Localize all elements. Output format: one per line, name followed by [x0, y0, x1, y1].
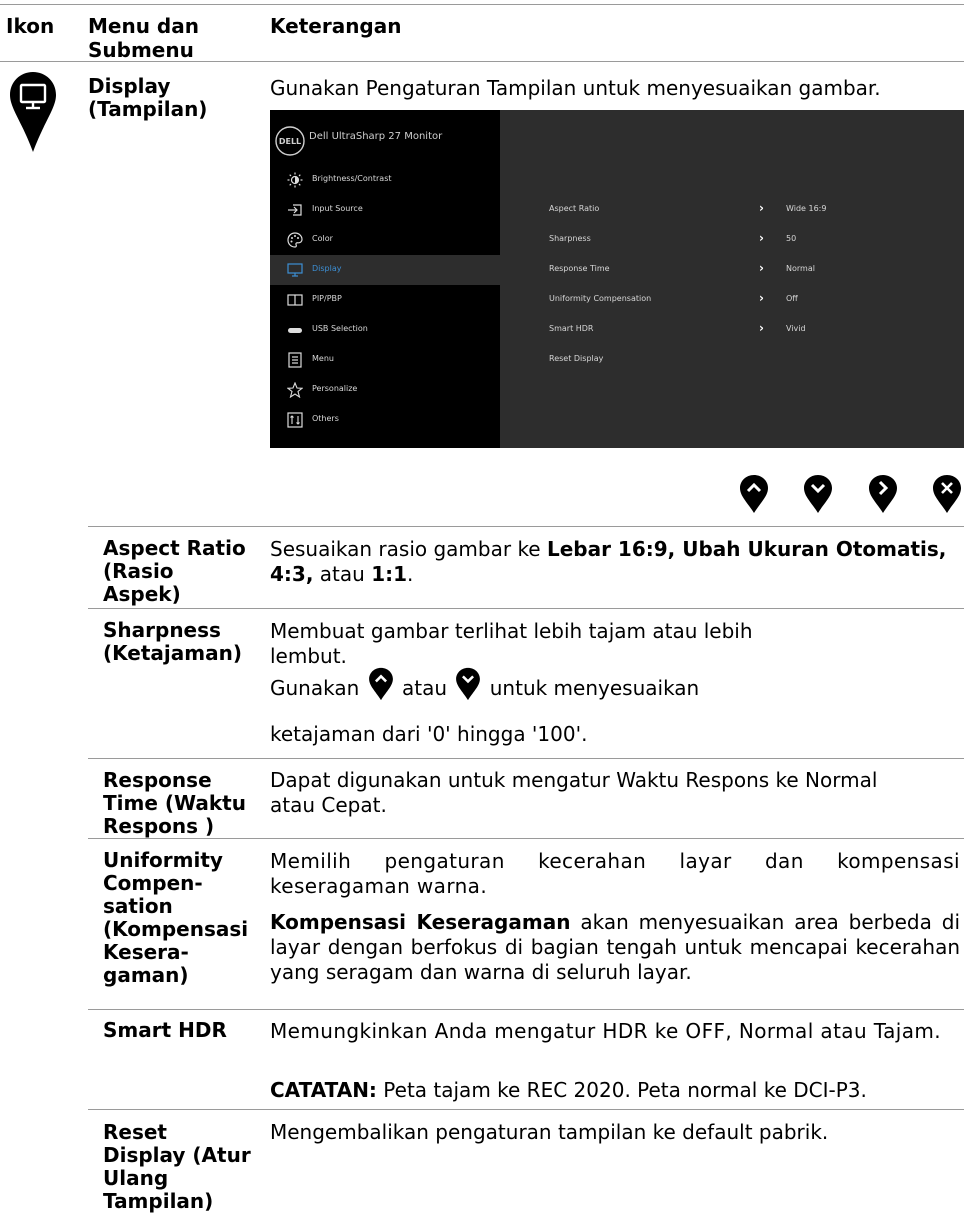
- row-rule: [88, 758, 964, 759]
- right-icon[interactable]: [868, 474, 898, 514]
- smart-hdr-note-bold: CATATAN:: [270, 1078, 377, 1102]
- brightness-icon: [287, 172, 303, 188]
- osd-setting-label: Response Time: [549, 264, 610, 273]
- chevron-right-icon: ›: [759, 261, 764, 275]
- display-menu-title: Display (Tampilan): [88, 74, 208, 121]
- reset-display-label: Reset Display (Atur Ulang Tampilan): [103, 1120, 251, 1213]
- row-rule: [88, 1009, 964, 1010]
- down-icon: [456, 667, 481, 701]
- osd-item-label: Menu: [312, 354, 334, 363]
- smart-hdr-para1: Memungkinkan Anda mengatur HDR ke OFF, N…: [270, 1019, 942, 1043]
- osd-item-label: Color: [312, 234, 333, 243]
- pip-icon: [287, 294, 303, 306]
- aspect-text-mid: atau: [313, 562, 372, 586]
- reset-display-description: Mengembalikan pengaturan tampilan ke def…: [270, 1120, 829, 1144]
- osd-setting-value: Vivid: [786, 324, 806, 333]
- uniformity-para2-bold: Kompensasi Keseragaman: [270, 910, 571, 934]
- color-palette-icon: [287, 232, 303, 248]
- osd-setting-value: Wide 16:9: [786, 204, 827, 213]
- osd-setting-value: Normal: [786, 264, 815, 273]
- sharpness-line4: ketajaman dari '0' hingga '100'.: [270, 722, 588, 746]
- column-header-description: Keterangan: [270, 14, 402, 38]
- star-icon: [287, 382, 303, 398]
- column-header-icon: Ikon: [6, 14, 55, 38]
- osd-setting-label: Reset Display: [549, 354, 604, 363]
- sharpness-line3-post: untuk menyesuaikan: [489, 676, 700, 700]
- osd-setting-response-time[interactable]: Response Time › Normal: [549, 255, 949, 285]
- osd-setting-uniformity-compensation[interactable]: Uniformity Compensation › Off: [549, 285, 949, 315]
- usb-icon: [288, 328, 302, 333]
- osd-item-label: Others: [312, 414, 339, 423]
- up-icon: [368, 667, 393, 701]
- osd-setting-sharpness[interactable]: Sharpness › 50: [549, 225, 949, 255]
- osd-setting-value: 50: [786, 234, 797, 243]
- display-menu-description: Gunakan Pengaturan Tampilan untuk menyes…: [270, 76, 881, 100]
- monitor-icon: [287, 263, 303, 277]
- osd-item-label: Display: [312, 264, 342, 273]
- row-rule: [88, 838, 964, 839]
- aspect-text-end: .: [407, 562, 414, 586]
- osd-item-personalize[interactable]: Personalize: [287, 375, 497, 405]
- svg-text:DELL: DELL: [279, 137, 301, 146]
- response-time-label: Response Time (Waktu Respons ): [103, 768, 246, 838]
- up-icon[interactable]: [739, 474, 769, 514]
- sharpness-line3-mid: atau: [402, 676, 448, 700]
- others-icon: [287, 412, 303, 428]
- sharpness-line3-pre: Gunakan: [270, 676, 360, 700]
- dell-logo: DELL: [275, 126, 305, 156]
- osd-item-input-source[interactable]: Input Source: [287, 195, 497, 225]
- uniformity-para2: Kompensasi Keseragaman akan menyesuaikan…: [270, 910, 960, 985]
- aspect-ratio-description: Sesuaikan rasio gambar ke Lebar 16:9, Ub…: [270, 537, 960, 587]
- osd-item-others[interactable]: Others: [287, 405, 497, 435]
- aspect-text-pre: Sesuaikan rasio gambar ke: [270, 537, 547, 561]
- osd-setting-label: Aspect Ratio: [549, 204, 600, 213]
- osd-setting-smart-hdr[interactable]: Smart HDR › Vivid: [549, 315, 949, 345]
- osd-item-pip-pbp[interactable]: PIP/PBP: [287, 285, 497, 315]
- smart-hdr-label: Smart HDR: [103, 1018, 227, 1042]
- osd-item-usb-selection[interactable]: USB Selection: [287, 315, 497, 345]
- osd-setting-reset-display[interactable]: Reset Display: [549, 345, 949, 375]
- osd-item-label: USB Selection: [312, 324, 368, 333]
- chevron-right-icon: ›: [759, 291, 764, 305]
- osd-setting-label: Uniformity Compensation: [549, 294, 652, 303]
- chevron-right-icon: ›: [759, 201, 764, 215]
- down-icon[interactable]: [803, 474, 833, 514]
- osd-item-color[interactable]: Color: [287, 225, 497, 255]
- osd-item-label: Input Source: [312, 204, 363, 213]
- smart-hdr-note-rest: Peta tajam ke REC 2020. Peta normal ke D…: [376, 1078, 867, 1102]
- osd-setting-aspect-ratio[interactable]: Aspect Ratio › Wide 16:9: [549, 195, 949, 225]
- input-source-icon: [288, 204, 302, 216]
- sharpness-label: Sharpness (Ketajaman): [103, 618, 242, 665]
- chevron-right-icon: ›: [759, 321, 764, 335]
- osd-setting-label: Sharpness: [549, 234, 591, 243]
- osd-item-menu[interactable]: Menu: [287, 345, 497, 375]
- menu-icon: [288, 352, 302, 368]
- sharpness-line3: Gunakan atau untuk menyesuaikan: [270, 667, 699, 705]
- osd-item-brightness-contrast[interactable]: Brightness/Contrast: [287, 165, 497, 195]
- osd-item-label: Personalize: [312, 384, 358, 393]
- uniformity-label: Uniformity Compen-sation (Kompensasi Kes…: [103, 848, 249, 987]
- osd-item-label: Brightness/Contrast: [312, 174, 392, 183]
- row-rule: [88, 1109, 964, 1110]
- aspect-text-bold2: 1:1: [371, 562, 408, 586]
- smart-hdr-note: CATATAN: Peta tajam ke REC 2020. Peta no…: [270, 1078, 960, 1103]
- uniformity-para1: Memilih pengaturan kecerahan layar dan k…: [270, 849, 960, 898]
- sharpness-line1: Membuat gambar terlihat lebih tajam atau…: [270, 619, 753, 643]
- column-header-menu: Menu dan Submenu: [88, 14, 199, 62]
- close-icon[interactable]: [932, 474, 962, 514]
- osd-screenshot: DELL Dell UltraSharp 27 Monitor Brightne…: [270, 110, 964, 448]
- osd-item-display[interactable]: Display: [287, 255, 497, 285]
- row-rule: [88, 608, 964, 609]
- header-top-rule: [0, 4, 964, 5]
- osd-brand-title: Dell UltraSharp 27 Monitor: [309, 131, 443, 142]
- monitor-icon: [10, 72, 56, 152]
- osd-item-label: PIP/PBP: [312, 294, 342, 303]
- response-time-description: Dapat digunakan untuk mengatur Waktu Res…: [270, 768, 878, 817]
- sharpness-line2: lembut.: [270, 644, 347, 668]
- aspect-ratio-label: Aspect Ratio (Rasio Aspek): [103, 536, 246, 606]
- row-rule: [88, 526, 964, 527]
- osd-setting-value: Off: [786, 294, 798, 303]
- osd-setting-label: Smart HDR: [549, 324, 594, 333]
- chevron-right-icon: ›: [759, 231, 764, 245]
